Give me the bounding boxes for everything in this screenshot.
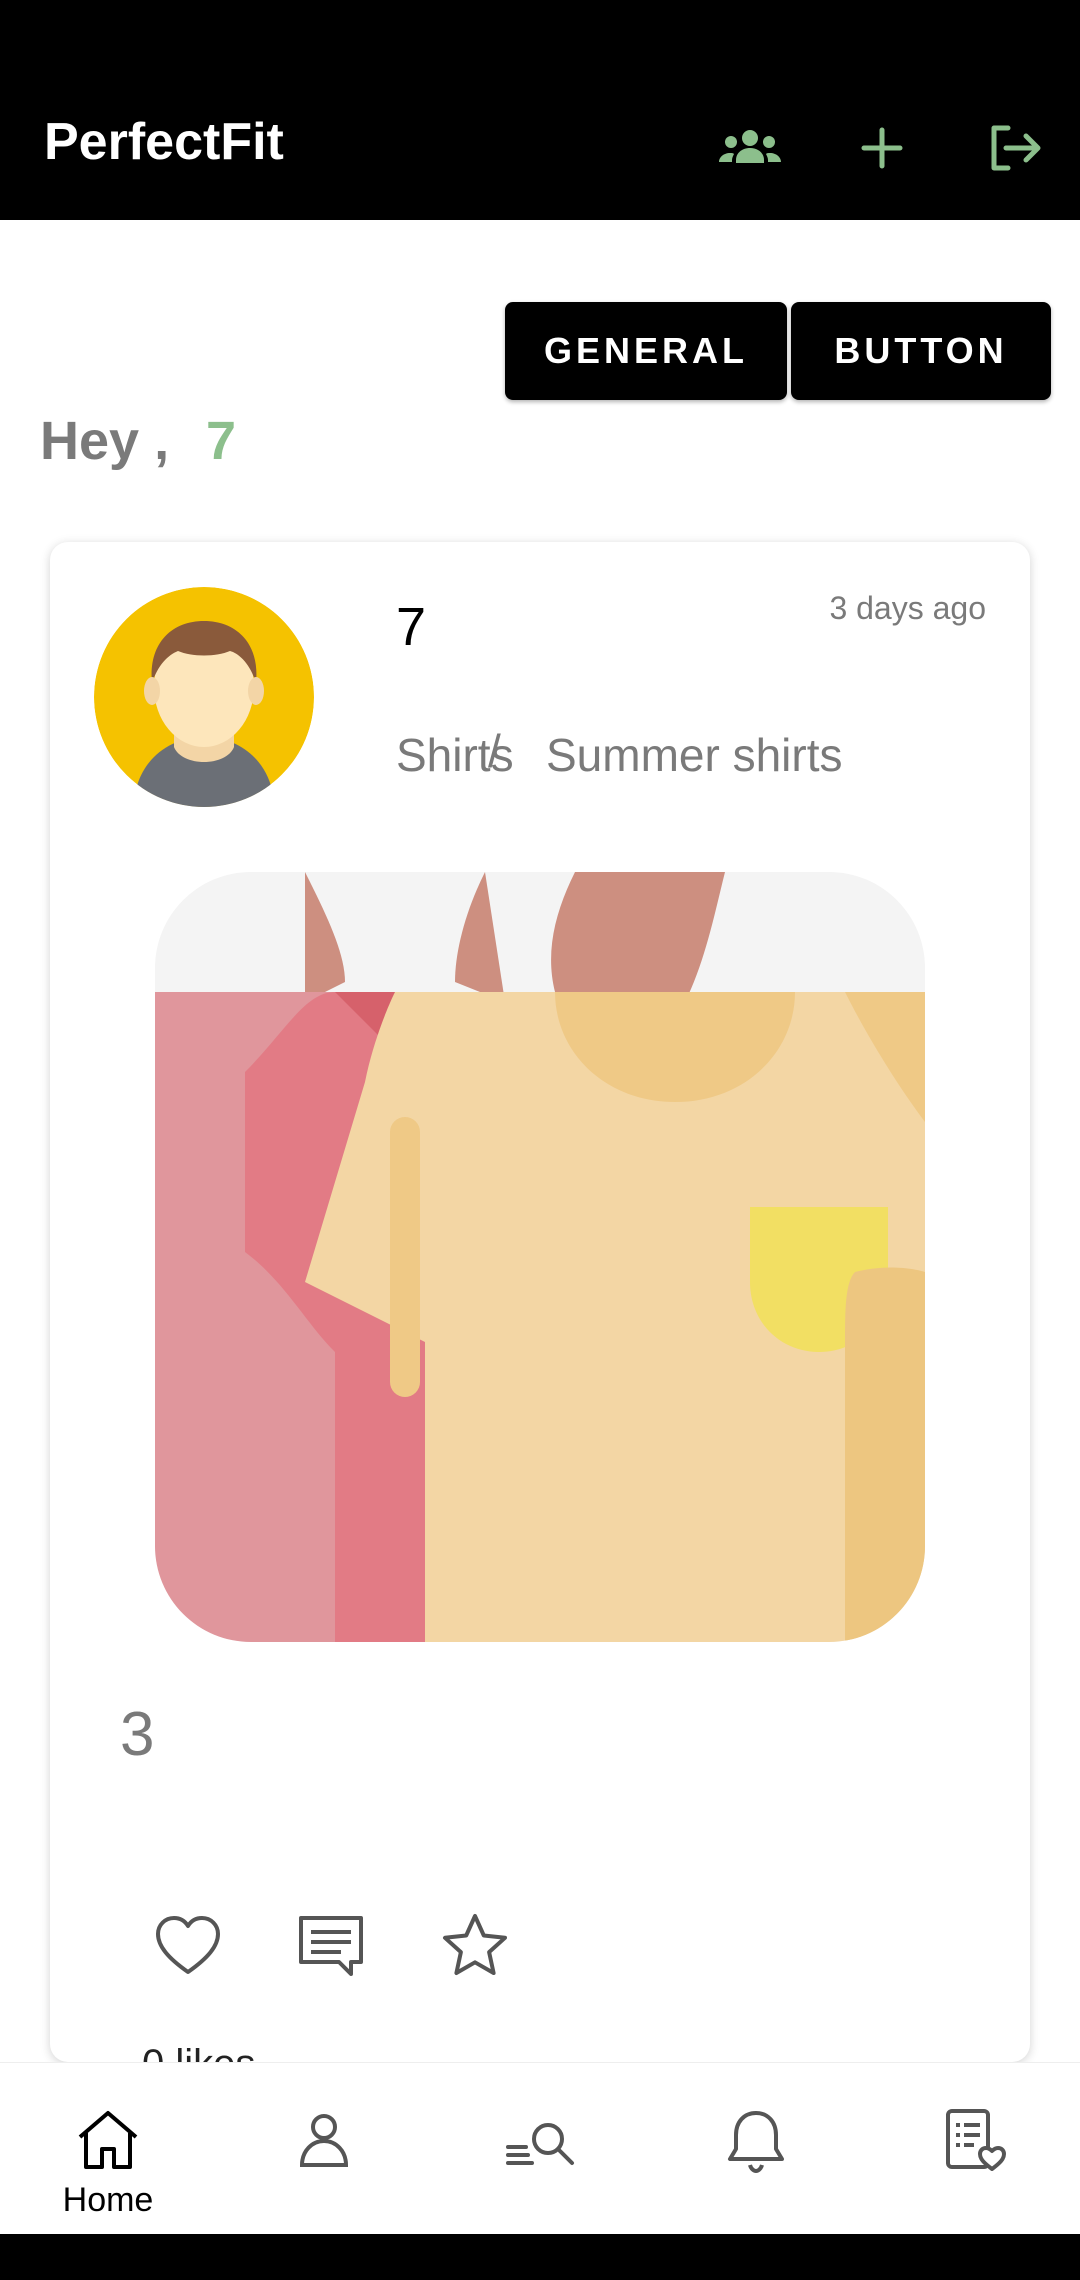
wishlist-icon bbox=[946, 2109, 1006, 2171]
profile-icon bbox=[299, 2114, 349, 2167]
status-bar bbox=[0, 0, 1080, 72]
nav-notifications[interactable] bbox=[648, 2063, 864, 2235]
greeting-name: 7 bbox=[206, 411, 237, 471]
post-card[interactable]: 7 3 days ago Shirts / Summer shirts 3 bbox=[50, 542, 1030, 2062]
logout-icon[interactable] bbox=[978, 112, 1050, 184]
post-username[interactable]: 7 bbox=[396, 600, 426, 654]
avatar[interactable] bbox=[94, 587, 314, 807]
home-icon bbox=[78, 2111, 138, 2169]
search-icon bbox=[506, 2123, 574, 2165]
nav-home[interactable]: Home bbox=[0, 2063, 216, 2235]
post-title: Summer shirts bbox=[546, 729, 843, 781]
group-icon[interactable] bbox=[714, 112, 786, 184]
post-description: 3 bbox=[120, 1700, 155, 1769]
app-bar: PerfectFit bbox=[0, 72, 1080, 220]
category-separator: / bbox=[488, 725, 501, 777]
bottom-nav: Home bbox=[0, 2062, 1080, 2235]
nav-profile[interactable] bbox=[216, 2063, 432, 2235]
nav-home-label: Home bbox=[62, 2181, 154, 2219]
post-image[interactable] bbox=[155, 872, 925, 1642]
star-icon[interactable] bbox=[437, 1908, 513, 1984]
tab-button[interactable]: BUTTON bbox=[791, 302, 1051, 400]
tab-general[interactable]: GENERAL bbox=[505, 302, 787, 400]
greeting-prefix: Hey , bbox=[40, 411, 170, 471]
app-title: PerfectFit bbox=[44, 113, 284, 171]
post-timestamp: 3 days ago bbox=[829, 590, 986, 626]
system-nav-bar bbox=[0, 2234, 1080, 2280]
likes-count: 0 likes bbox=[142, 2044, 255, 2062]
add-icon[interactable] bbox=[846, 112, 918, 184]
bell-icon bbox=[728, 2111, 784, 2173]
nav-wishlist[interactable] bbox=[864, 2063, 1080, 2235]
heart-icon[interactable] bbox=[150, 1908, 226, 1984]
comment-icon[interactable] bbox=[293, 1908, 369, 1984]
nav-search[interactable] bbox=[432, 2063, 648, 2235]
